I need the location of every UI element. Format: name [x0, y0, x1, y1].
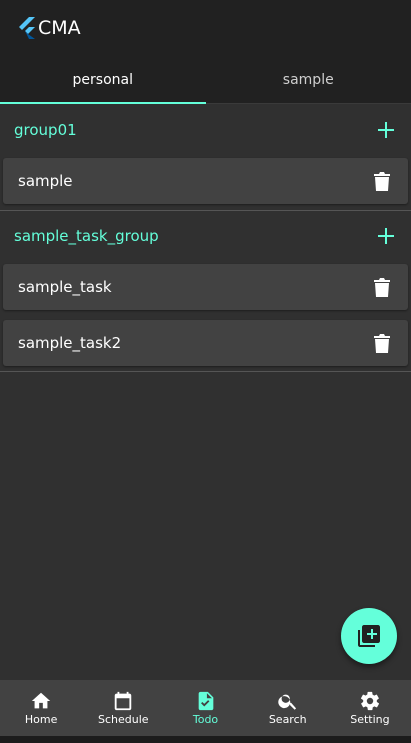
home-icon	[31, 692, 51, 709]
tab-sample[interactable]: sample	[206, 56, 411, 103]
task-card[interactable]: sample_task2	[3, 320, 408, 366]
group-title: group01	[14, 121, 77, 139]
nav-search[interactable]: Search	[247, 680, 329, 736]
group-title: sample_task_group	[14, 227, 159, 245]
add-group-button[interactable]	[341, 608, 397, 664]
task-card[interactable]: sample_task	[3, 264, 408, 310]
library-add-icon	[358, 625, 380, 647]
task-label: sample	[18, 172, 73, 190]
nav-label: Setting	[350, 713, 390, 726]
group-header: sample_task_group	[0, 211, 411, 261]
system-bar	[0, 736, 411, 743]
todo-icon	[198, 691, 213, 711]
add-task-icon[interactable]	[375, 119, 397, 141]
delete-icon[interactable]	[371, 276, 393, 298]
nav-label: Search	[268, 713, 307, 726]
delete-icon[interactable]	[371, 332, 393, 354]
calendar-icon	[115, 691, 132, 711]
nav-label: Schedule	[98, 713, 149, 726]
nav-label: Todo	[192, 713, 219, 726]
divider	[0, 371, 411, 372]
app-bar: CMA	[0, 0, 411, 56]
flutter-logo-icon	[19, 17, 35, 39]
delete-icon[interactable]	[371, 170, 393, 192]
task-card[interactable]: sample	[3, 158, 408, 204]
app-title: CMA	[38, 17, 81, 39]
nav-label: Home	[24, 713, 58, 726]
bottom-navigation: Home Schedule Todo Search Setting	[0, 680, 411, 736]
group-header: group01	[0, 105, 411, 155]
nav-setting[interactable]: Setting	[329, 680, 411, 736]
search-icon	[278, 694, 296, 710]
gear-icon	[360, 691, 379, 711]
tab-personal[interactable]: personal	[0, 56, 206, 104]
nav-home[interactable]: Home	[0, 680, 82, 736]
nav-todo[interactable]: Todo	[164, 680, 246, 736]
tab-bar: personal sample	[0, 56, 411, 104]
nav-schedule[interactable]: Schedule	[82, 680, 164, 736]
add-task-icon[interactable]	[375, 225, 397, 247]
task-label: sample_task2	[18, 334, 122, 352]
task-label: sample_task	[18, 278, 112, 296]
